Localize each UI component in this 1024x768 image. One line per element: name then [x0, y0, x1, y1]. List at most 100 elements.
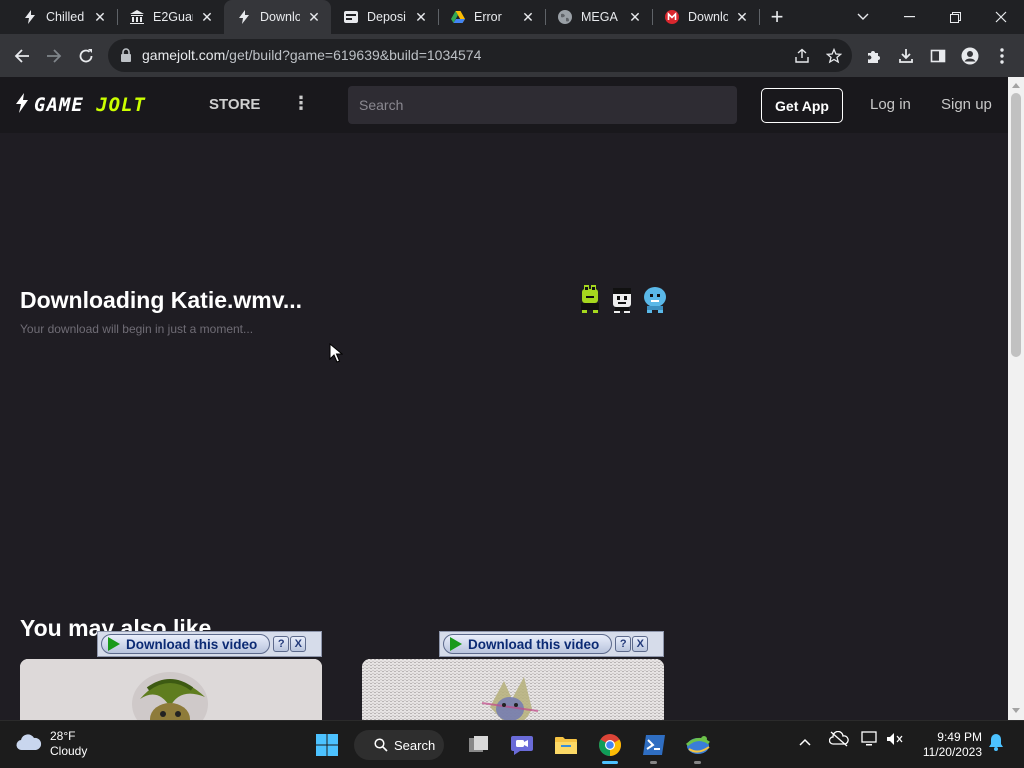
minimize-icon[interactable] — [886, 0, 932, 34]
show-hidden-icons-chevron-icon[interactable] — [799, 734, 811, 749]
get-app-button[interactable]: Get App — [761, 88, 843, 123]
scroll-up-arrow-icon[interactable] — [1012, 83, 1020, 88]
login-link[interactable]: Log in — [870, 96, 911, 113]
address-bar[interactable]: gamejolt.com/get/build?game=619639&build… — [108, 39, 852, 72]
task-view-icon[interactable] — [462, 728, 496, 762]
institution-icon — [129, 9, 145, 25]
mouse-cursor-icon — [329, 342, 344, 368]
tab-close-icon[interactable]: ✕ — [93, 10, 107, 24]
weather-condition: Cloudy — [50, 744, 88, 758]
download-title: Downloading Katie.wmv... — [20, 287, 302, 313]
loading-sprites — [578, 285, 668, 318]
play-icon — [108, 637, 120, 651]
download-video-toolbar: Download this video ? X — [97, 631, 322, 657]
depositphotos-icon — [343, 9, 359, 25]
powershell-icon[interactable] — [637, 728, 671, 762]
tab-close-icon[interactable]: ✕ — [628, 10, 642, 24]
url-text[interactable]: gamejolt.com/get/build?game=619639&build… — [142, 47, 481, 63]
running-app-indicator — [650, 761, 657, 764]
file-explorer-icon[interactable] — [549, 728, 583, 762]
url-path: /get/build?game=619639&build=1034574 — [225, 47, 482, 63]
site-search-input[interactable] — [348, 86, 737, 124]
download-video-button[interactable]: Download this video — [101, 634, 271, 654]
close-download-bar-button[interactable]: X — [632, 636, 649, 652]
cloud-icon — [16, 733, 42, 756]
game-thumbnail — [362, 659, 664, 720]
tab-title: E2Guar — [153, 10, 193, 24]
back-arrow-icon[interactable] — [10, 44, 34, 68]
tab-title: Downlo — [688, 10, 728, 24]
download-video-toolbar: Download this video ? X — [439, 631, 664, 657]
clock-time: 9:49 PM — [937, 730, 982, 744]
download-video-label: Download this video — [126, 636, 258, 652]
scrollbar-thumb[interactable] — [1011, 93, 1021, 357]
scroll-down-arrow-icon[interactable] — [1012, 708, 1020, 713]
globe-icon — [557, 9, 573, 25]
blue-blob-sprite-icon — [642, 285, 668, 318]
store-link[interactable]: STORE — [209, 96, 260, 113]
forward-arrow-icon[interactable] — [42, 44, 66, 68]
weather-widget[interactable]: 28°F Cloudy — [16, 729, 87, 759]
display-network-icon[interactable] — [861, 731, 879, 750]
tab-download-active[interactable]: Downlo ✕ — [224, 0, 331, 34]
url-domain: gamejolt.com — [142, 47, 226, 63]
tab-title: Downlo — [260, 10, 300, 24]
network-app-icon[interactable] — [681, 728, 715, 762]
page-content: Downloading Katie.wmv... Your download w… — [0, 133, 1008, 720]
lock-icon[interactable] — [120, 48, 134, 62]
tab-depositphotos[interactable]: Deposi ✕ — [331, 0, 438, 34]
play-icon — [450, 637, 462, 651]
running-app-indicator — [694, 761, 701, 764]
tab-close-icon[interactable]: ✕ — [307, 10, 321, 24]
bookmark-star-icon[interactable] — [822, 44, 846, 68]
tab-close-icon[interactable]: ✕ — [414, 10, 428, 24]
side-panel-icon[interactable] — [926, 44, 950, 68]
restore-icon[interactable] — [932, 0, 978, 34]
tab-download-mega[interactable]: Downlo ✕ — [652, 0, 759, 34]
download-icon[interactable] — [894, 44, 918, 68]
close-window-icon[interactable] — [978, 0, 1024, 34]
close-download-bar-button[interactable]: X — [290, 636, 307, 652]
help-button[interactable]: ? — [273, 636, 290, 652]
extensions-puzzle-icon[interactable] — [862, 44, 886, 68]
tab-chilled[interactable]: Chilled ✕ — [10, 0, 117, 34]
tab-title: Chilled — [46, 10, 85, 24]
help-button[interactable]: ? — [615, 636, 632, 652]
green-frog-sprite-icon — [578, 285, 602, 318]
onedrive-offline-icon[interactable] — [828, 730, 849, 750]
signup-link[interactable]: Sign up — [941, 96, 992, 113]
tab-title: Deposi — [367, 10, 406, 24]
tab-close-icon[interactable]: ✕ — [521, 10, 535, 24]
weather-temperature: 28°F — [50, 729, 76, 743]
google-drive-icon — [450, 9, 466, 25]
new-tab-icon[interactable]: + — [766, 6, 788, 28]
recommended-game-card[interactable] — [20, 659, 322, 720]
bolt-logo-icon — [14, 92, 30, 118]
notification-bell-icon[interactable] — [988, 733, 1004, 754]
taskbar-search-button[interactable]: Search — [354, 730, 444, 760]
more-menu-icon[interactable]: ⋮ — [292, 93, 310, 114]
logo-text-game: GAME — [34, 94, 84, 116]
share-icon[interactable] — [790, 44, 814, 68]
tab-error[interactable]: Error ✕ — [438, 0, 545, 34]
tab-e2guardian[interactable]: E2Guar ✕ — [117, 0, 224, 34]
volume-muted-icon[interactable] — [886, 731, 904, 750]
teams-chat-icon[interactable] — [505, 728, 539, 762]
chrome-taskbar-icon[interactable] — [593, 728, 627, 762]
windows-start-icon[interactable] — [310, 728, 344, 762]
recommended-game-card[interactable] — [362, 659, 664, 720]
tab-separator — [759, 9, 760, 25]
download-video-button[interactable]: Download this video — [443, 634, 613, 654]
taskbar-clock[interactable]: 9:49 PM 11/20/2023 — [914, 730, 982, 760]
tab-mega[interactable]: MEGA ✕ — [545, 0, 652, 34]
game-thumbnail — [20, 659, 322, 720]
profile-avatar-icon[interactable] — [958, 44, 982, 68]
tab-close-icon[interactable]: ✕ — [200, 10, 214, 24]
gamejolt-logo[interactable]: GAME JOLT — [14, 92, 146, 118]
page-scrollbar[interactable] — [1008, 77, 1024, 720]
reload-icon[interactable] — [74, 44, 98, 68]
chrome-menu-icon[interactable] — [990, 44, 1014, 68]
tab-close-icon[interactable]: ✕ — [735, 10, 749, 24]
search-icon — [374, 738, 388, 752]
tab-search-chevron-icon[interactable] — [840, 0, 886, 34]
